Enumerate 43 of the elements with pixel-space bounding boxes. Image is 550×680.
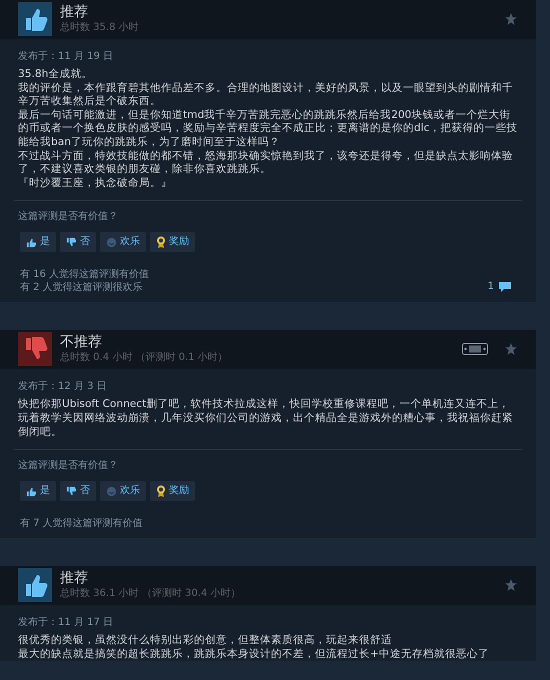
review-paragraph: 35.8h全成就。 <box>18 68 94 82</box>
funny-button[interactable]: 欢乐 <box>100 481 146 502</box>
playtime-text: 总时数 35.8 小时 <box>60 21 140 34</box>
award-button[interactable]: 奖励 <box>150 481 195 502</box>
review-paragraph: 不过战斗方面，特效技能做的都不错，怒海那块确实惊艳到我了，该夸还是得夸，但是缺点太影响体验了，不建议喜欢类银的朋友碰，除非你喜欢跳跳乐。 <box>18 150 514 177</box>
thumbs-up-icon <box>26 486 37 497</box>
star-icon[interactable] <box>504 578 518 592</box>
review-paragraph: 快把你那Ubisoft Connect删了吧，软件技术拉成这样，快回学校重修课程吧，一个单机连又连不上，玩着教学关因网络波动崩溃，几年没买你们公司的游戏，出个精品全是游戏外的糟心事，我祝福你赶紧倒闭吧。 <box>18 398 514 440</box>
review-paragraph: 最大的缺点就是搞笑的超长跳跳乐，跳跳乐本身设计的不差，但流程过长+中途无存档就很恶心了 <box>18 648 490 662</box>
helpful-prompt: 这篇评测是否有价值？ <box>17 458 119 474</box>
star-icon[interactable] <box>504 12 518 26</box>
playtime-text: 总时数 36.1 小时 （评测时 30.4 小时） <box>60 587 242 600</box>
funny-button[interactable]: 欢乐 <box>100 232 146 252</box>
star-icon[interactable] <box>504 342 518 356</box>
smiley-icon <box>106 236 117 248</box>
smiley-icon <box>106 486 117 497</box>
helpful-count: 有 7 人觉得这篇评测有价值 <box>20 517 143 530</box>
thumbs-up-icon <box>26 236 37 248</box>
review-paragraph: 我的评价是，本作跟育碧其他作品差不多。合理的地图设计，美好的风景，以及一眼望到头的剧情和千辛万苦收集然后是个破东西。 <box>18 82 514 109</box>
thumbs-down-icon <box>66 486 77 497</box>
award-button[interactable]: 奖励 <box>150 232 195 252</box>
review-paragraph: 很优秀的类银，虽然没什么特别出彩的创意，但整体素质很高，玩起来很舒适 <box>18 634 393 648</box>
posted-date: 发布于：11 月 19 日 <box>18 50 114 64</box>
review-verdict: 推荐 <box>60 4 89 21</box>
comment-count: 1 <box>488 280 494 294</box>
no-button[interactable]: 否 <box>60 481 96 502</box>
playtime-text: 总时数 0.4 小时 （评测时 0.1 小时） <box>60 351 229 364</box>
helpful-count: 有 2 人觉得这篇评测很欢乐 <box>20 281 144 294</box>
thumbs-down-icon <box>66 236 77 248</box>
review-verdict: 不推荐 <box>60 334 103 352</box>
posted-date: 发布于：11 月 17 日 <box>18 616 114 630</box>
review-paragraph: 最后一句话可能激进，但是你知道tmd我千辛万苦跳完恶心的跳跳乐然后给我200块钱或者一个烂大街的币或者一个换色皮肤的感受吗，奖励与辛苦程度完全不成正比；更离谱的是你的dlc，把获得的一些技能给我ban了玩你的跳跳乐，为了磨时间至于这样吗？ <box>18 108 518 150</box>
yes-button[interactable]: 是 <box>20 232 56 252</box>
award-icon <box>156 485 166 498</box>
review-paragraph: 『时沙覆王座，执念破命局。』 <box>18 176 173 190</box>
award-icon <box>156 236 166 248</box>
helpful-count: 有 16 人觉得这篇评测有价值 <box>20 268 150 282</box>
no-button[interactable]: 否 <box>60 232 96 252</box>
helpful-prompt: 这篇评测是否有价值？ <box>17 210 119 224</box>
comment-icon[interactable] <box>498 280 512 293</box>
posted-date: 发布于：12 月 3 日 <box>18 380 108 394</box>
yes-button[interactable]: 是 <box>20 481 56 502</box>
review-verdict: 推荐 <box>60 570 89 588</box>
